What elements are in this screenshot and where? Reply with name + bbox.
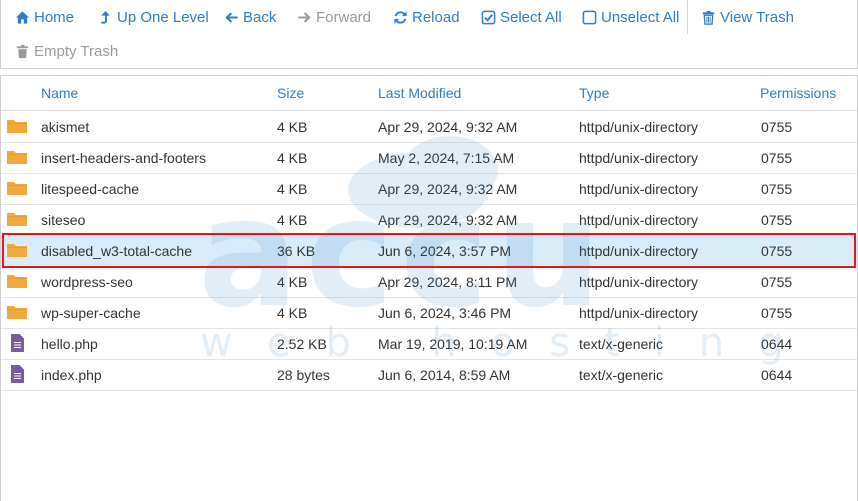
file-size: 4 KB bbox=[277, 212, 308, 228]
forward-button[interactable]: Forward bbox=[297, 9, 371, 26]
file-type: text/x-generic bbox=[579, 336, 664, 352]
column-header-type[interactable]: Type bbox=[579, 85, 609, 101]
table-row[interactable]: wordpress-seo 4 KB Apr 29, 2024, 8:11 PM ht… bbox=[1, 266, 857, 298]
unselect-all-label: Unselect All bbox=[601, 9, 680, 26]
file-size: 4 KB bbox=[277, 119, 308, 135]
file-icon bbox=[6, 333, 28, 353]
trash-icon bbox=[16, 44, 29, 59]
file-name: wordpress-seo bbox=[41, 274, 133, 290]
file-name: siteseo bbox=[41, 212, 86, 228]
view-trash-label: View Trash bbox=[720, 9, 794, 26]
column-header-name[interactable]: Name bbox=[41, 85, 78, 101]
file-size: 4 KB bbox=[277, 305, 308, 321]
file-permissions: 0755 bbox=[761, 305, 793, 321]
file-last-modified: Apr 29, 2024, 8:11 PM bbox=[378, 274, 518, 290]
up-one-level-label: Up One Level bbox=[117, 9, 209, 26]
up-one-level-button[interactable]: Up One Level bbox=[98, 9, 209, 26]
back-label: Back bbox=[243, 9, 277, 26]
folder-icon bbox=[6, 271, 28, 291]
file-name: hello.php bbox=[41, 336, 98, 352]
file-last-modified: Jun 6, 2014, 8:59 AM bbox=[378, 367, 511, 383]
reload-button[interactable]: Reload bbox=[393, 9, 460, 26]
file-size: 2.52 KB bbox=[277, 336, 327, 352]
column-header-size[interactable]: Size bbox=[277, 85, 304, 101]
column-header-last-modified[interactable]: Last Modified bbox=[378, 85, 461, 101]
file-last-modified: Apr 29, 2024, 9:32 AM bbox=[378, 181, 518, 197]
file-name: akismet bbox=[41, 119, 90, 135]
home-label: Home bbox=[34, 9, 75, 26]
file-last-modified: Apr 29, 2024, 9:32 AM bbox=[378, 212, 518, 228]
checkbox-empty-icon bbox=[582, 10, 597, 25]
file-type: httpd/unix-directory bbox=[579, 212, 699, 228]
arrow-right-icon bbox=[298, 12, 311, 23]
file-size: 4 KB bbox=[277, 274, 308, 290]
file-size: 4 KB bbox=[277, 150, 308, 166]
file-size: 28 bytes bbox=[277, 367, 330, 383]
file-size: 4 KB bbox=[277, 181, 308, 197]
file-name: insert-headers-and-footers bbox=[41, 150, 206, 166]
toolbar-divider bbox=[687, 0, 688, 34]
file-permissions: 0755 bbox=[761, 243, 793, 259]
column-header-permissions[interactable]: Permissions bbox=[760, 85, 836, 101]
table-row[interactable]: index.php 28 bytes Jun 6, 2014, 8:59 AM tex… bbox=[1, 359, 857, 391]
file-last-modified: Jun 6, 2024, 3:46 PM bbox=[378, 305, 512, 321]
file-size: 36 KB bbox=[277, 243, 316, 259]
file-permissions: 0644 bbox=[761, 367, 793, 383]
reload-label: Reload bbox=[412, 9, 460, 26]
file-permissions: 0755 bbox=[761, 274, 793, 290]
select-all-button[interactable]: Select All bbox=[481, 9, 562, 26]
home-button[interactable]: Home bbox=[15, 9, 74, 26]
folder-icon bbox=[6, 209, 28, 229]
file-type: httpd/unix-directory bbox=[579, 243, 699, 259]
file-permissions: 0755 bbox=[761, 150, 793, 166]
file-permissions: 0755 bbox=[761, 181, 793, 197]
arrow-left-icon bbox=[225, 12, 238, 23]
folder-icon bbox=[6, 302, 28, 322]
file-type: httpd/unix-directory bbox=[579, 150, 699, 166]
table-row[interactable]: hello.php 2.52 KB Mar 19, 2019, 10:19 AM te… bbox=[1, 328, 857, 360]
home-icon bbox=[15, 11, 30, 24]
file-name: disabled_w3-total-cache bbox=[41, 243, 192, 259]
unselect-all-button[interactable]: Unselect All bbox=[582, 9, 679, 26]
file-type: text/x-generic bbox=[579, 367, 664, 383]
file-list-table: Name Size Last Modified Type Permissions… bbox=[0, 75, 858, 501]
table-row[interactable]: wp-super-cache 4 KB Jun 6, 2024, 3:46 PM ht… bbox=[1, 297, 857, 329]
view-trash-button[interactable]: View Trash bbox=[701, 9, 794, 26]
empty-trash-button[interactable]: Empty Trash bbox=[15, 43, 118, 60]
refresh-icon bbox=[394, 11, 407, 24]
file-icon bbox=[6, 364, 28, 384]
folder-icon bbox=[6, 240, 28, 260]
table-row[interactable]: siteseo 4 KB Apr 29, 2024, 9:32 AM httpd/un… bbox=[1, 204, 857, 236]
file-type: httpd/unix-directory bbox=[579, 305, 699, 321]
file-name: wp-super-cache bbox=[41, 305, 141, 321]
file-last-modified: May 2, 2024, 7:15 AM bbox=[378, 150, 515, 166]
table-row[interactable]: litespeed-cache 4 KB Apr 29, 2024, 9:32 AM… bbox=[1, 173, 857, 205]
folder-icon bbox=[6, 116, 28, 136]
trash-icon bbox=[702, 10, 715, 25]
select-all-label: Select All bbox=[500, 9, 562, 26]
checkbox-checked-icon bbox=[481, 10, 496, 25]
file-last-modified: Mar 19, 2019, 10:19 AM bbox=[378, 336, 528, 352]
file-type: httpd/unix-directory bbox=[579, 181, 699, 197]
file-last-modified: Jun 6, 2024, 3:57 PM bbox=[378, 243, 512, 259]
file-permissions: 0644 bbox=[761, 336, 793, 352]
file-last-modified: Apr 29, 2024, 9:32 AM bbox=[378, 119, 518, 135]
level-up-icon bbox=[101, 10, 110, 24]
table-row[interactable]: akismet 4 KB Apr 29, 2024, 9:32 AM httpd/un… bbox=[1, 111, 857, 143]
file-permissions: 0755 bbox=[761, 119, 793, 135]
file-type: httpd/unix-directory bbox=[579, 119, 699, 135]
table-row[interactable]: insert-headers-and-footers 4 KB May 2, 202… bbox=[1, 142, 857, 174]
file-name: litespeed-cache bbox=[41, 181, 140, 197]
file-permissions: 0755 bbox=[761, 212, 793, 228]
back-button[interactable]: Back bbox=[224, 9, 276, 26]
table-row[interactable]: disabled_w3-total-cache 36 KB Jun 6, 2024,… bbox=[1, 235, 857, 267]
table-header: Name Size Last Modified Type Permissions bbox=[1, 76, 857, 111]
folder-icon bbox=[6, 147, 28, 167]
file-name: index.php bbox=[41, 367, 102, 383]
forward-label: Forward bbox=[316, 9, 372, 26]
empty-trash-label: Empty Trash bbox=[34, 43, 119, 60]
folder-icon bbox=[6, 178, 28, 198]
file-type: httpd/unix-directory bbox=[579, 274, 699, 290]
file-manager-toolbar: Home Up One Level Back Forward Reload Se… bbox=[0, 0, 858, 69]
